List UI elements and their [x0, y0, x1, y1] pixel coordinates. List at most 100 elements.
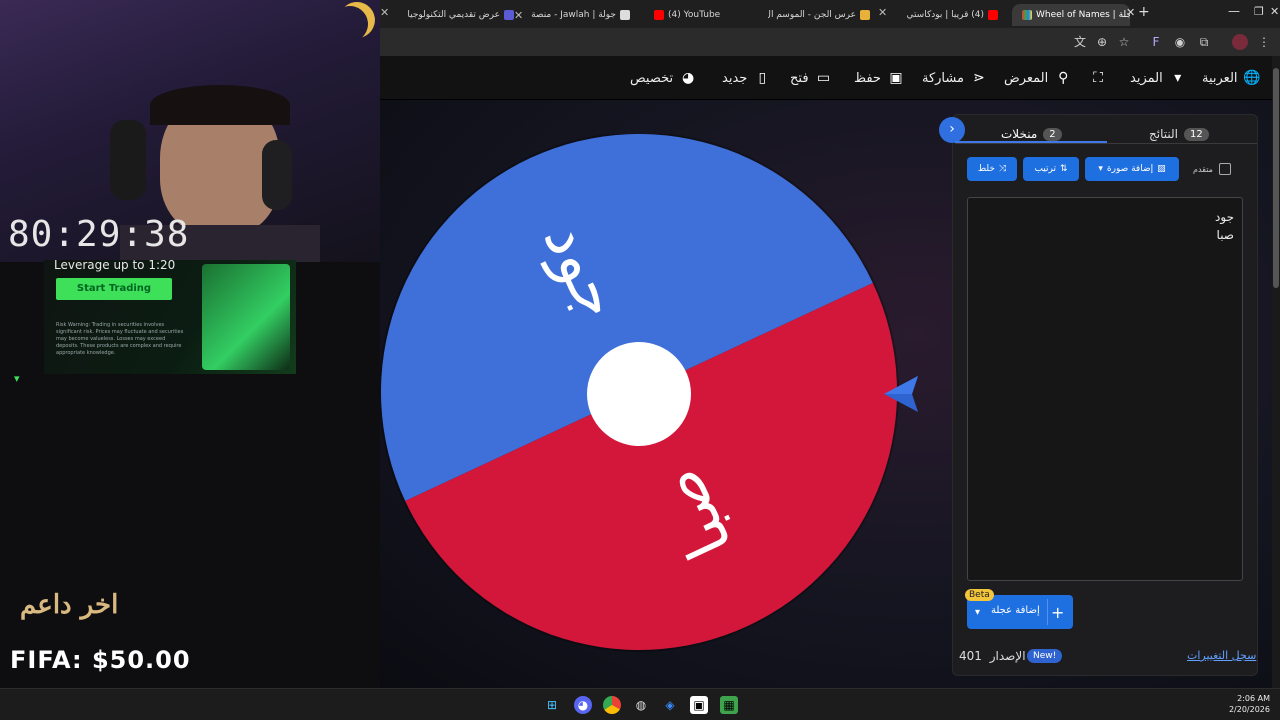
wheel-favicon-icon: [1022, 10, 1032, 20]
new-tab-icon[interactable]: +: [1138, 4, 1150, 20]
profile-avatar[interactable]: [1232, 34, 1248, 50]
changelog-link[interactable]: سجل التغييرات: [1187, 649, 1256, 662]
tab-4[interactable]: (4) قريبا | بودكاستي: [890, 4, 1008, 26]
language-menu[interactable]: 🌐 العربية: [1202, 68, 1261, 88]
app-icon[interactable]: ◈: [661, 696, 679, 714]
clock-time: 2:06 AM: [1237, 694, 1270, 703]
chrome-icon[interactable]: [603, 696, 621, 714]
version-number: 401: [959, 649, 982, 663]
gallery-button[interactable]: ⚲ المعرض: [1004, 68, 1071, 88]
tab-title: عرض تقديمي التكنولوجيا: [407, 10, 500, 20]
search-icon: ⚲: [1058, 70, 1069, 86]
ad-start-trading-button[interactable]: Start Trading: [56, 278, 172, 300]
moon-icon: [325, 0, 374, 49]
close-window-icon[interactable]: ✕: [1270, 5, 1279, 18]
minecraft-icon[interactable]: ▦: [720, 696, 738, 714]
tab-3[interactable]: عرس الجن - الموسم ال: [768, 4, 880, 26]
app-toolbar: 🌐 العربية ▾ المزيد ⛶ ⚲ المعرض ⋖ مشاركة ▣…: [380, 56, 1272, 100]
tab-favicon-icon: [504, 10, 514, 20]
version-label: الإصدار: [989, 649, 1026, 663]
webcam-overlay: 80:29:38: [0, 0, 380, 262]
new-button[interactable]: ▯ جديد: [722, 68, 770, 88]
palette-icon: ◕: [682, 70, 695, 86]
windows-start-icon[interactable]: ⊞: [543, 696, 561, 714]
fullscreen-icon: ⛶: [1093, 70, 1103, 86]
headset-icon: [110, 120, 146, 200]
open-button[interactable]: ▭ فتح: [790, 68, 832, 88]
tab-close-icon[interactable]: ✕: [380, 6, 389, 19]
fullscreen-button[interactable]: ⛶: [1090, 68, 1106, 88]
ad-disclaimer: Risk Warning: Trading in securities invo…: [56, 322, 184, 356]
advanced-toggle[interactable]: متقدم: [1193, 163, 1231, 175]
tab-2[interactable]: (4) YouTube: [644, 4, 764, 26]
tab-5-active[interactable]: Wheel of Names | عجلة: [1012, 4, 1130, 26]
system-clock[interactable]: 2:06 AM 2/20/2026: [1226, 693, 1270, 715]
page-scrollbar[interactable]: [1272, 56, 1280, 688]
sort-icon: ⇅: [1060, 164, 1068, 174]
discord-icon[interactable]: ◕: [574, 696, 592, 714]
minimize-icon[interactable]: —: [1228, 4, 1240, 18]
customize-button[interactable]: ◕ تخصيص: [630, 68, 696, 88]
sort-button[interactable]: ⇅ ترتيب: [1023, 157, 1079, 181]
tab-1[interactable]: جولة | Jawlah - منصة: [520, 4, 640, 26]
save-button[interactable]: ▣ حفظ: [854, 68, 904, 88]
new-label: جديد: [722, 70, 748, 86]
browser-tab-bar: ✕ عرض تقديمي التكنولوجيا ✕ جولة | Jawlah…: [380, 0, 1280, 28]
more-menu[interactable]: ▾ المزيد: [1130, 68, 1186, 88]
file-icon: ▯: [758, 70, 767, 86]
tab-title: جولة | Jawlah - منصة: [531, 10, 616, 20]
more-label: المزيد: [1130, 70, 1163, 86]
share-button[interactable]: ⋖ مشاركة: [922, 68, 987, 88]
menu-dots-icon[interactable]: ⋮: [1256, 34, 1272, 50]
restore-icon[interactable]: ❐: [1254, 5, 1264, 18]
stream-timer: 80:29:38: [8, 214, 190, 255]
tab-0[interactable]: عرض تقديمي التكنولوجيا ✕: [392, 4, 524, 26]
image-icon: ▨: [1157, 164, 1166, 174]
add-image-label: إضافة صورة: [1106, 164, 1154, 174]
extension-icon[interactable]: ◉: [1172, 34, 1188, 50]
results-tab-label: النتائج: [1149, 127, 1178, 141]
translate-icon[interactable]: 文: [1072, 34, 1088, 50]
obs-icon[interactable]: ◍: [632, 696, 650, 714]
advanced-label: متقدم: [1193, 164, 1213, 174]
add-image-button[interactable]: ▨ إضافة صورة ▾: [1085, 157, 1179, 181]
scrollbar-thumb[interactable]: [1273, 68, 1279, 288]
fifa-donation-label: FIFA: $50.00: [10, 646, 191, 674]
sort-label: ترتيب: [1034, 164, 1056, 174]
extension-f-icon[interactable]: F: [1148, 34, 1164, 50]
address-bar[interactable]: 文 ⊕ ☆ F ◉ ⧉ ⋮: [380, 28, 1280, 56]
entries-panel: › 12 النتائج 2 منخلات متقدم ▨ إضافة صورة…: [939, 114, 1258, 676]
caret-down-icon: ▾: [1098, 164, 1103, 174]
language-label: العربية: [1202, 70, 1238, 86]
save-icon: ▣: [889, 70, 903, 86]
streamer-hair: [150, 85, 290, 125]
shuffle-button[interactable]: ⤨ خلط: [967, 157, 1017, 181]
ad-headline: Leverage up to 1:20: [54, 258, 176, 272]
wheel-svg[interactable]: جود صبا: [379, 132, 900, 654]
close-icon[interactable]: ✕: [1126, 6, 1135, 19]
wheel-center-hub[interactable]: [587, 342, 691, 446]
ad-banner[interactable]: Leverage up to 1:20 Start Trading Risk W…: [44, 258, 296, 374]
collapse-panel-button[interactable]: ›: [939, 117, 965, 143]
entry-line: صبا: [1216, 228, 1234, 242]
split-divider: [1047, 599, 1048, 625]
bookmark-star-icon[interactable]: ☆: [1116, 34, 1132, 50]
open-label: فتح: [790, 70, 809, 86]
entries-count-badge: 2: [1043, 127, 1062, 141]
headset-earcup: [262, 140, 292, 210]
entries-textarea[interactable]: جود صبا: [967, 197, 1243, 581]
zoom-icon[interactable]: ⊕: [1094, 34, 1110, 50]
tab-title: (4) YouTube: [668, 10, 721, 20]
wheel[interactable]: جود صبا: [379, 132, 900, 654]
capcut-icon[interactable]: ▣: [690, 696, 708, 714]
ad-filter-icon: ▾: [14, 372, 20, 385]
tab-title: عرس الجن - الموسم ال: [768, 10, 856, 20]
puzzle-icon[interactable]: ⧉: [1196, 34, 1212, 50]
advanced-checkbox[interactable]: [1218, 163, 1231, 175]
tab-title: Wheel of Names | عجلة: [1036, 10, 1130, 20]
new-badge: New!: [1027, 649, 1063, 663]
last-supporter-label: اخر داعم: [20, 590, 119, 620]
youtube-icon: [988, 10, 998, 20]
shuffle-label: خلط: [977, 164, 995, 174]
share-label: مشاركة: [922, 70, 964, 86]
